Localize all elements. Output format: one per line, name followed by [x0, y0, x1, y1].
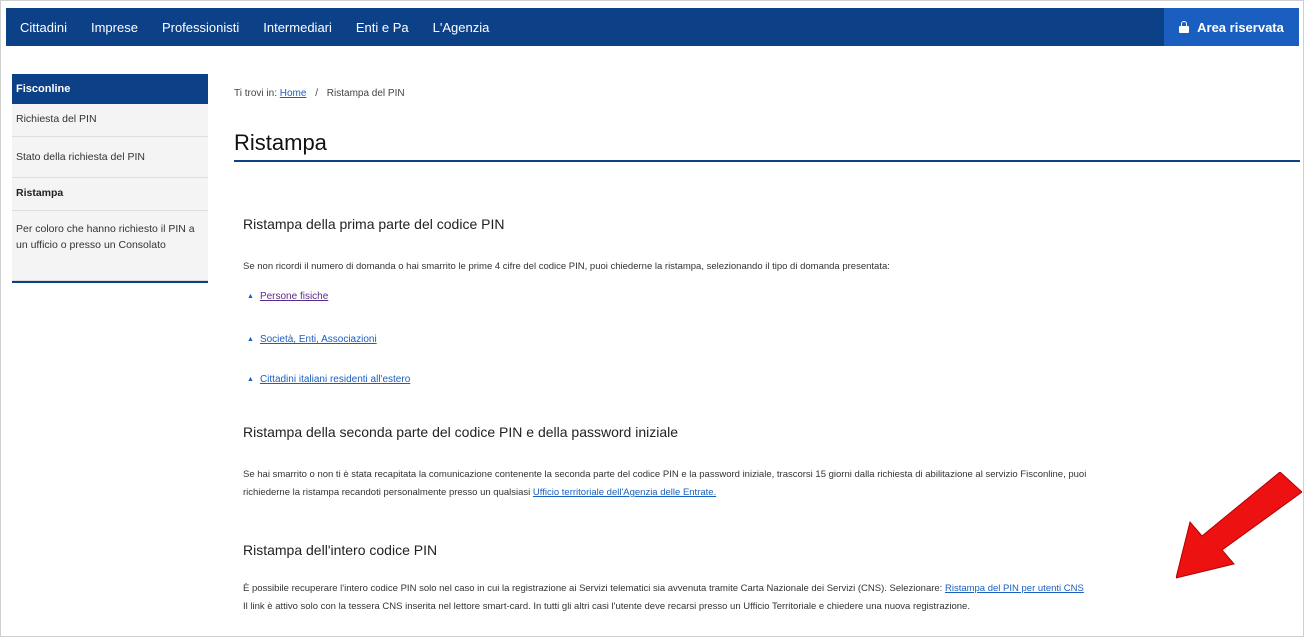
section1-heading: Ristampa della prima parte del codice PI…	[243, 216, 505, 232]
link-ristampa-pin-cns[interactable]: Ristampa del PIN per utenti CNS	[945, 583, 1084, 594]
section2-heading: Ristampa della seconda parte del codice …	[243, 424, 679, 440]
page-title: Ristampa	[234, 130, 327, 155]
section3-heading: Ristampa dell'intero codice PIN	[243, 542, 438, 558]
link-societa-enti[interactable]: Società, Enti, Associazioni	[260, 334, 377, 345]
sidebar-item-ristampa[interactable]: Ristampa	[12, 178, 208, 211]
bullet-icon: ▲	[247, 335, 254, 343]
nav-item-intermediari[interactable]: Intermediari	[257, 20, 338, 35]
bullet-icon: ▲	[247, 292, 254, 300]
section2-text-line2: richiederne la ristampa recandoti person…	[243, 487, 531, 498]
breadcrumb-home-link[interactable]: Home	[280, 88, 307, 99]
section3-text-line1: È possibile recuperare l'intero codice P…	[243, 583, 943, 594]
area-riservata-button[interactable]: Area riservata	[1164, 8, 1299, 46]
sidebar-item-stato-richiesta[interactable]: Stato della richiesta del PIN	[12, 137, 208, 178]
list-item: ▲ Società, Enti, Associazioni	[247, 334, 377, 345]
breadcrumb-current: Ristampa del PIN	[326, 88, 405, 99]
section2-text: Se hai smarrito o non ti è stata recapit…	[243, 466, 1293, 502]
link-ufficio-territoriale[interactable]: Ufficio territoriale dell'Agenzia delle …	[533, 487, 716, 498]
section1-text: Se non ricordi il numero di domanda o ha…	[243, 261, 890, 272]
sidebar: Fisconline Richiesta del PIN Stato della…	[12, 74, 208, 283]
nav-item-cittadini[interactable]: Cittadini	[14, 20, 73, 35]
top-navigation: Cittadini Imprese Professionisti Interme…	[6, 8, 1299, 46]
link-persone-fisiche[interactable]: Persone fisiche	[260, 291, 328, 302]
section2-text-line1: Se hai smarrito o non ti è stata recapit…	[243, 469, 1087, 480]
lock-icon	[1179, 21, 1190, 33]
title-divider	[234, 160, 1300, 162]
nav-item-imprese[interactable]: Imprese	[85, 20, 144, 35]
area-riservata-label: Area riservata	[1197, 19, 1284, 35]
breadcrumb-separator: /	[315, 88, 318, 99]
link-cittadini-estero[interactable]: Cittadini italiani residenti all'estero	[260, 374, 410, 385]
sidebar-item-richiesta-pin[interactable]: Richiesta del PIN	[12, 104, 208, 137]
nav-item-agenzia[interactable]: L'Agenzia	[427, 20, 496, 35]
list-item: ▲ Persone fisiche	[247, 291, 328, 302]
sidebar-item-ufficio-consolato[interactable]: Per coloro che hanno richiesto il PIN a …	[12, 211, 208, 281]
breadcrumb: Ti trovi in: Home / Ristampa del PIN	[234, 88, 405, 99]
nav-item-enti-pa[interactable]: Enti e Pa	[350, 20, 415, 35]
breadcrumb-prefix: Ti trovi in:	[234, 88, 277, 99]
section3-text: È possibile recuperare l'intero codice P…	[243, 580, 1301, 616]
red-arrow-annotation	[1176, 472, 1302, 579]
section3-text-line2: Il link è attivo solo con la tessera CNS…	[243, 601, 970, 612]
bullet-icon: ▲	[247, 375, 254, 383]
sidebar-header[interactable]: Fisconline	[12, 74, 208, 104]
list-item: ▲ Cittadini italiani residenti all'estero	[247, 374, 410, 385]
nav-item-professionisti[interactable]: Professionisti	[156, 20, 245, 35]
